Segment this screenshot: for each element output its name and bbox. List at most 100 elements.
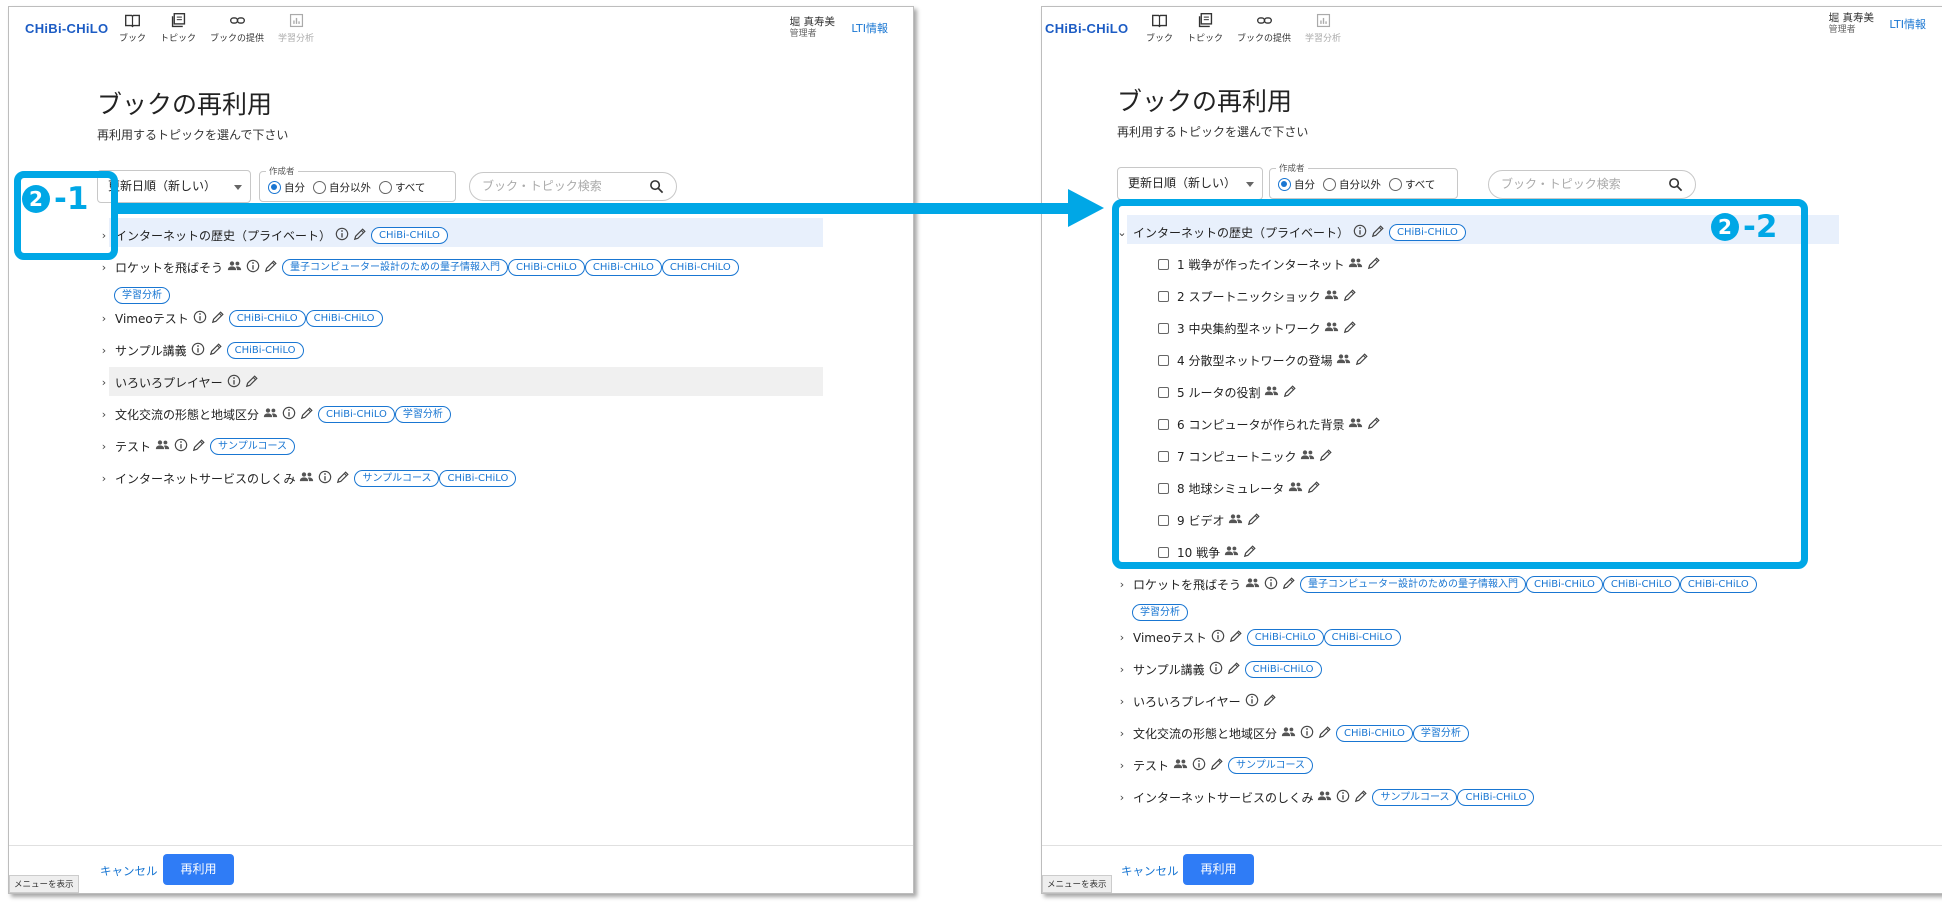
course-chip[interactable]: CHiBi-CHiLO [1679, 576, 1757, 593]
pencil-icon[interactable] [1282, 576, 1296, 593]
pencil-icon[interactable] [1210, 757, 1224, 774]
book-row[interactable]: › テスト サンプルコース [99, 438, 296, 455]
nav-topic[interactable]: トピック [160, 12, 196, 44]
info-icon[interactable] [335, 227, 349, 244]
course-chip[interactable]: CHiBi-CHiLO [1246, 629, 1324, 646]
pencil-icon[interactable] [211, 310, 225, 327]
user-info[interactable]: 堀 真寿美 管理者 [790, 16, 835, 40]
sort-select[interactable]: 更新日順（新しい） [1117, 167, 1263, 200]
info-icon[interactable] [1245, 693, 1259, 710]
book-row[interactable]: › いろいろプレイヤー [99, 374, 263, 391]
creator-option-self[interactable]: 自分 [1278, 177, 1315, 192]
course-chip[interactable]: 学習分析 [1132, 604, 1188, 621]
info-icon[interactable] [1209, 661, 1223, 678]
nav-book[interactable]: ブック [119, 12, 146, 44]
reuse-button[interactable]: 再利用 [1183, 854, 1254, 885]
chevron-right-icon[interactable]: › [1117, 631, 1127, 644]
info-icon[interactable] [1336, 789, 1350, 806]
course-chip[interactable]: CHiBi-CHiLO [1323, 629, 1401, 646]
course-chip[interactable]: CHiBi-CHiLO [661, 259, 739, 276]
book-row[interactable]: › インターネットの歴史（プライベート） CHiBi-CHiLO [99, 227, 448, 244]
search-icon[interactable] [1668, 177, 1683, 192]
course-chip[interactable]: CHiBi-CHiLO [318, 406, 395, 423]
nav-book[interactable]: ブック [1146, 12, 1173, 44]
show-menu-tag[interactable]: メニューを表示 [9, 875, 79, 893]
chevron-right-icon[interactable]: › [99, 376, 109, 389]
book-row[interactable]: › Vimeoテスト CHiBi-CHiLO CHiBi-CHiLO [99, 310, 383, 327]
pencil-icon[interactable] [1263, 693, 1277, 710]
course-chip[interactable]: CHiBi-CHiLO [1457, 789, 1535, 806]
book-row[interactable]: › ロケットを飛ばそう 量子コンピューター設計のための量子情報入門 CHiBi-CHi… [99, 259, 739, 276]
book-row[interactable]: › サンプル講義 CHiBi-CHiLO [1117, 661, 1322, 678]
course-chip[interactable]: 学習分析 [114, 287, 170, 304]
chevron-right-icon[interactable]: › [99, 261, 109, 274]
info-icon[interactable] [246, 259, 260, 276]
nav-provide[interactable]: ブックの提供 [1237, 12, 1291, 44]
book-row[interactable]: › 文化交流の形態と地域区分 CHiBi-CHiLO 学習分析 [99, 406, 451, 423]
info-icon[interactable] [227, 374, 241, 391]
chevron-right-icon[interactable]: › [1117, 791, 1127, 804]
course-chip[interactable]: サンプルコース [1228, 757, 1314, 774]
chevron-right-icon[interactable]: › [99, 312, 109, 325]
course-chip[interactable]: 量子コンピューター設計のための量子情報入門 [282, 259, 509, 276]
chevron-right-icon[interactable]: › [1117, 663, 1127, 676]
info-icon[interactable] [318, 470, 332, 487]
book-row[interactable]: › サンプル講義 CHiBi-CHiLO [99, 342, 304, 359]
pencil-icon[interactable] [1318, 725, 1332, 742]
course-chip[interactable]: CHiBi-CHiLO [584, 259, 662, 276]
chevron-right-icon[interactable]: › [1117, 727, 1127, 740]
search-icon[interactable] [649, 179, 664, 194]
nav-provide[interactable]: ブックの提供 [210, 12, 264, 44]
creator-option-others[interactable]: 自分以外 [1323, 177, 1381, 192]
app-logo[interactable]: CHiBi-CHiLO [1045, 21, 1128, 36]
book-row[interactable]: › インターネットサービスのしくみ サンプルコース CHiBi-CHiLO [99, 470, 517, 487]
creator-option-self[interactable]: 自分 [268, 180, 305, 195]
course-chip[interactable]: サンプルコース [210, 438, 296, 455]
show-menu-tag[interactable]: メニューを表示 [1042, 875, 1112, 893]
course-chip[interactable]: 学習分析 [394, 406, 451, 423]
pencil-icon[interactable] [1229, 629, 1243, 646]
chevron-right-icon[interactable]: › [1117, 695, 1127, 708]
creator-option-all[interactable]: すべて [1389, 177, 1435, 192]
course-chip[interactable]: CHiBi-CHiLO [1244, 661, 1322, 678]
cancel-button[interactable]: キャンセル [1121, 863, 1179, 879]
course-chip[interactable]: 量子コンピューター設計のための量子情報入門 [1300, 576, 1527, 593]
info-icon[interactable] [193, 310, 207, 327]
lti-info-link[interactable]: LTI情報 [1889, 16, 1926, 32]
pencil-icon[interactable] [209, 342, 223, 359]
chevron-right-icon[interactable]: › [99, 472, 109, 485]
book-row[interactable]: › Vimeoテスト CHiBi-CHiLO CHiBi-CHiLO [1117, 629, 1401, 646]
book-row[interactable]: › ロケットを飛ばそう 量子コンピューター設計のための量子情報入門 CHiBi-CHi… [1117, 576, 1757, 593]
book-row[interactable]: › インターネットサービスのしくみ サンプルコース CHiBi-CHiLO [1117, 789, 1535, 806]
pencil-icon[interactable] [1227, 661, 1241, 678]
search-input[interactable]: ブック・トピック検索 [1488, 170, 1696, 199]
cancel-button[interactable]: キャンセル [100, 863, 158, 879]
pencil-icon[interactable] [264, 259, 278, 276]
chevron-right-icon[interactable]: › [99, 344, 109, 357]
sort-select[interactable]: 更新日順（新しい） [97, 170, 251, 203]
chevron-right-icon[interactable]: › [99, 408, 109, 421]
course-chip[interactable]: サンプルコース [1372, 789, 1458, 806]
user-info[interactable]: 堀 真寿美 管理者 [1829, 12, 1874, 36]
course-chip[interactable]: サンプルコース [354, 470, 440, 487]
reuse-button[interactable]: 再利用 [163, 854, 234, 885]
pencil-icon[interactable] [245, 374, 259, 391]
course-chip[interactable]: CHiBi-CHiLO [1336, 725, 1413, 742]
course-chip[interactable]: CHiBi-CHiLO [228, 310, 306, 327]
course-chip[interactable]: CHiBi-CHiLO [226, 342, 304, 359]
chevron-right-icon[interactable]: › [1117, 578, 1127, 591]
course-chip[interactable]: CHiBi-CHiLO [1526, 576, 1603, 593]
lti-info-link[interactable]: LTI情報 [851, 20, 888, 36]
pencil-icon[interactable] [1354, 789, 1368, 806]
pencil-icon[interactable] [336, 470, 350, 487]
course-chip[interactable]: CHiBi-CHiLO [371, 227, 448, 244]
info-icon[interactable] [1264, 576, 1278, 593]
book-row[interactable]: › 文化交流の形態と地域区分 CHiBi-CHiLO 学習分析 [1117, 725, 1469, 742]
course-chip[interactable]: CHiBi-CHiLO [1602, 576, 1680, 593]
info-icon[interactable] [174, 438, 188, 455]
app-logo[interactable]: CHiBi-CHiLO [25, 21, 108, 36]
course-chip[interactable]: CHiBi-CHiLO [439, 470, 517, 487]
creator-option-all[interactable]: すべて [379, 180, 425, 195]
chevron-right-icon[interactable]: › [1117, 759, 1127, 772]
info-icon[interactable] [1300, 725, 1314, 742]
